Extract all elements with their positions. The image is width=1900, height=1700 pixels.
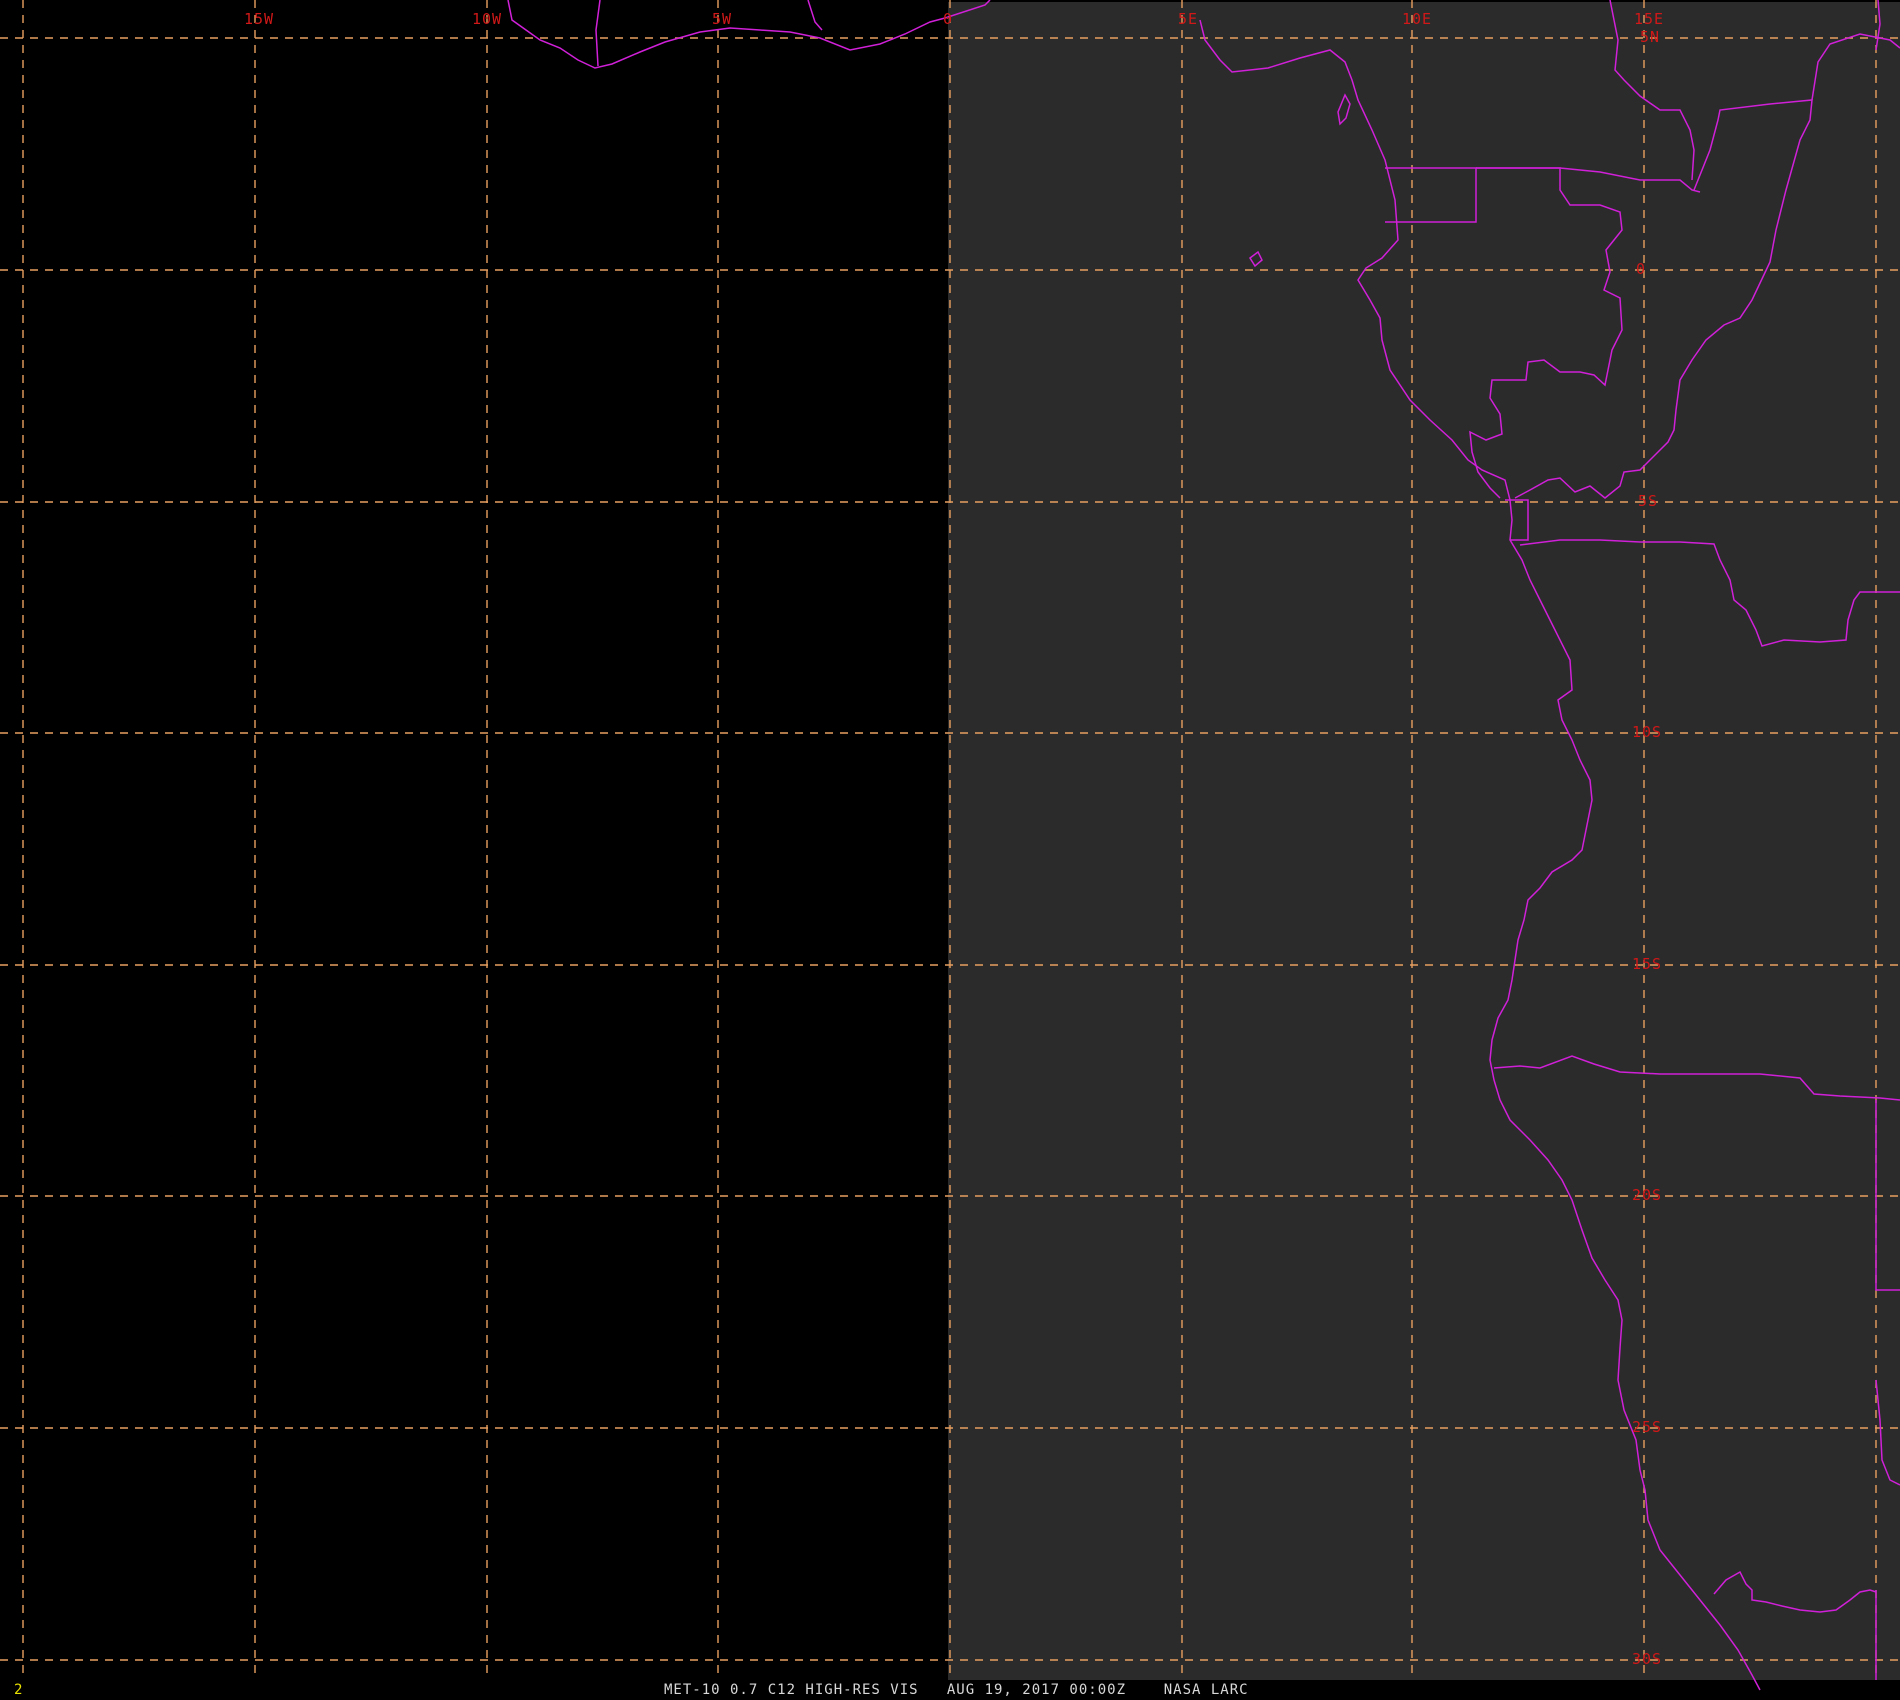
lat-label: 25S xyxy=(1632,1418,1662,1436)
image-caption: MET-10 0.7 C12 HIGH-RES VIS AUG 19, 2017… xyxy=(664,1682,1249,1698)
lon-label: 10W xyxy=(472,10,502,28)
lon-label: 5W xyxy=(712,10,732,28)
footer-bar: 2 MET-10 0.7 C12 HIGH-RES VIS AUG 19, 20… xyxy=(0,1676,1900,1700)
lat-label: 15S xyxy=(1632,955,1662,973)
lat-label: 30S xyxy=(1632,1650,1662,1668)
lon-label: 15E xyxy=(1634,10,1664,28)
frame-number: 2 xyxy=(14,1682,23,1698)
lon-label: 10E xyxy=(1402,10,1432,28)
lat-label: 5N xyxy=(1640,28,1660,46)
border-line xyxy=(595,0,601,67)
lat-label: 10S xyxy=(1632,723,1662,741)
border-line xyxy=(807,0,823,31)
lat-label: 5S xyxy=(1638,492,1658,510)
lat-label: 0 xyxy=(1636,260,1646,278)
lat-label: 20S xyxy=(1632,1186,1662,1204)
satellite-map: 15W 10W 5W 0 5E 10E 15E 5N 0 5S 10S 15S … xyxy=(0,0,1900,1691)
lon-label: 0 xyxy=(943,10,953,28)
lon-label: 5E xyxy=(1178,10,1198,28)
west-africa-coastline xyxy=(507,0,991,69)
lon-label: 15W xyxy=(244,10,274,28)
